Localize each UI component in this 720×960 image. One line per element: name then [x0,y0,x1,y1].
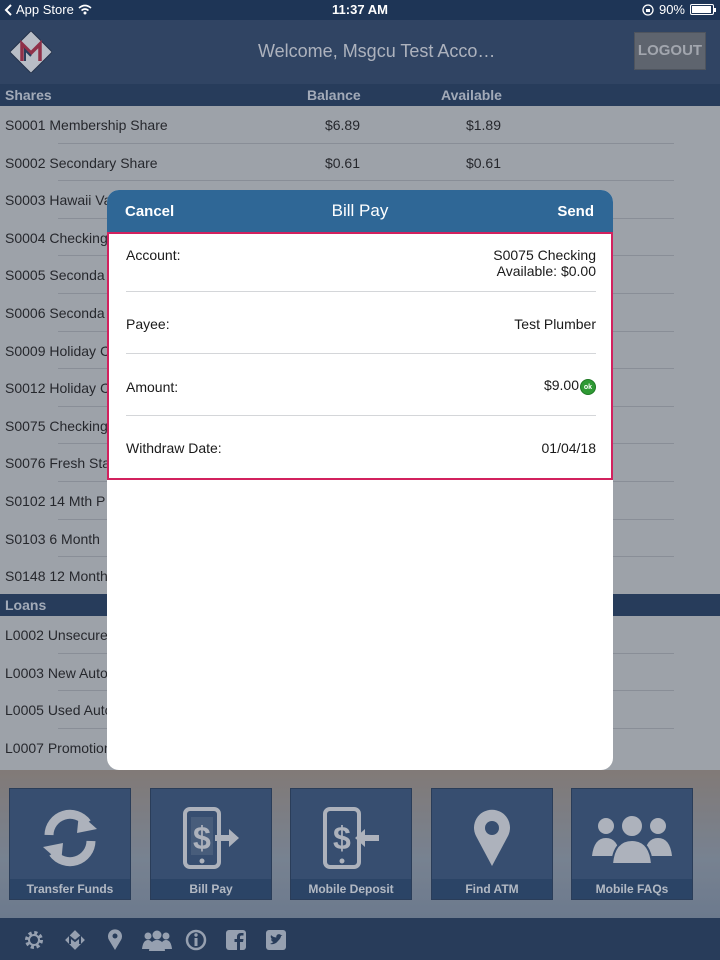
account-value: S0075 Checking [493,247,596,263]
status-bar: App Store 11:37 AM 90% [0,0,720,20]
withdraw-date-label: Withdraw Date: [126,440,222,456]
amount-field[interactable]: Amount: $9.00 ok [126,354,596,416]
battery-percent: 90% [658,2,685,17]
ok-badge-icon: ok [580,379,596,395]
bill-pay-form: Account: S0075 Checking Available: $0.00… [107,232,613,480]
amount-value-group: $9.00 ok [544,377,596,395]
amount-label: Amount: [126,379,179,395]
withdraw-date-field[interactable]: Withdraw Date: 01/04/18 [126,416,596,478]
account-label: Account: [126,247,181,263]
payee-value: Test Plumber [514,316,596,332]
status-time: 11:37 AM [332,2,388,17]
payee-field[interactable]: Payee: Test Plumber [126,292,596,354]
bill-pay-modal: Cancel Bill Pay Send Account: S0075 Chec… [107,190,613,770]
modal-title: Bill Pay [331,201,389,220]
battery-icon [690,4,716,15]
amount-value: $9.00 [543,377,579,393]
account-available: Available: $0.00 [496,263,596,279]
withdraw-date-value: 01/04/18 [541,440,597,456]
modal-header: Cancel Bill Pay Send [107,190,613,232]
payee-label: Payee: [126,316,170,332]
account-field[interactable]: Account: S0075 Checking Available: $0.00 [126,234,596,292]
send-button[interactable]: Send [557,203,594,220]
rotation-lock-icon [642,3,654,16]
